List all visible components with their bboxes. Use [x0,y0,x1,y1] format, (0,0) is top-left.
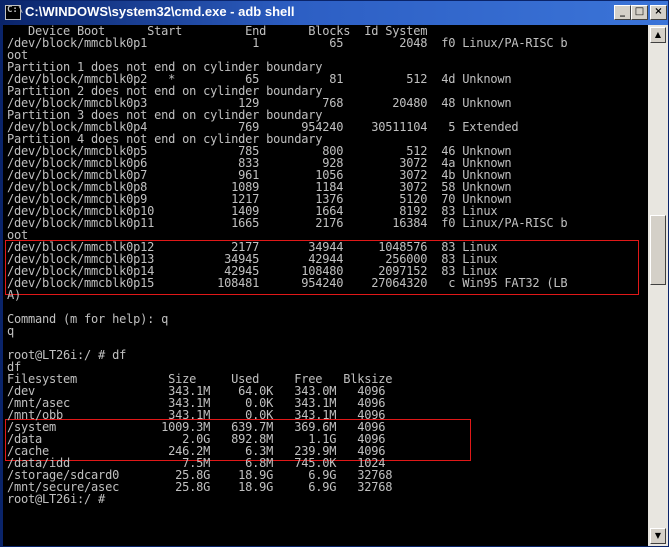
scroll-up-arrow-icon[interactable]: ▲ [650,27,666,43]
console-line: A) [7,288,22,302]
maximize-button[interactable]: □ [631,5,648,20]
console-line: /dev/block/mmcblk0p15 108481 954240 2706… [7,276,568,290]
console-output[interactable]: Device Boot Start End Blocks Id System/d… [3,25,648,546]
console-line: q [7,324,15,338]
minimize-button[interactable]: _ [614,5,631,20]
console-line: root@LT26i:/ # df [7,348,127,362]
console-line: /dev/block/mmcblk0p11 1665 2176 16384 f0… [7,216,568,230]
title-bar[interactable]: C:\ C:\WINDOWS\system32\cmd.exe - adb sh… [1,1,668,25]
cmd-window: C:\ C:\WINDOWS\system32\cmd.exe - adb sh… [0,0,669,547]
window-title: C:\WINDOWS\system32\cmd.exe - adb shell [25,4,295,19]
console-line: /dev/block/mmcblk0p1 1 65 2048 f0 Linux/… [7,36,568,50]
console-line: Command (m for help): q [7,312,169,326]
close-button[interactable]: × [650,5,667,20]
scroll-thumb[interactable] [650,215,666,285]
console-app-icon[interactable]: C:\ [5,5,23,20]
console-line: root@LT26i:/ # [7,492,106,506]
scroll-down-arrow-icon[interactable]: ▼ [650,528,666,544]
vertical-scrollbar[interactable]: ▲ ▼ [648,25,668,546]
